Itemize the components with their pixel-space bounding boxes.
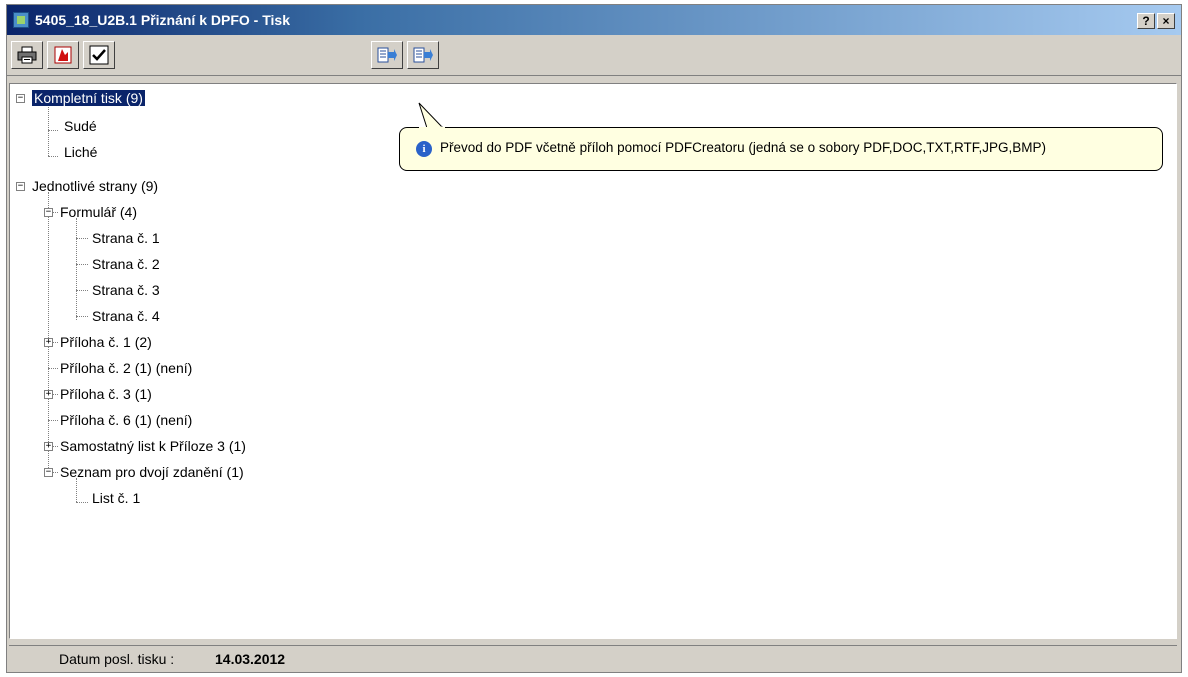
collapse-toggle[interactable]: − bbox=[16, 94, 25, 103]
tree-line bbox=[48, 368, 58, 369]
printer-icon bbox=[17, 46, 37, 64]
confirm-button[interactable] bbox=[83, 41, 115, 69]
tree-node-complete-print[interactable]: Kompletní tisk (9) bbox=[32, 89, 145, 107]
expand-toggle[interactable]: + bbox=[44, 338, 53, 347]
tree-line bbox=[48, 156, 58, 157]
pdf-tooltip: i Převod do PDF včetně příloh pomocí PDF… bbox=[399, 127, 1163, 171]
export-right-icon bbox=[413, 47, 433, 63]
tree-node-form[interactable]: Formulář (4) bbox=[60, 203, 137, 221]
tree-node-annex-6[interactable]: Příloha č. 6 (1) (není) bbox=[60, 411, 192, 429]
checkmark-icon bbox=[89, 45, 109, 65]
print-dialog-window: 5405_18_U2B.1 Přiznání k DPFO - Tisk ? × bbox=[6, 4, 1182, 673]
print-button[interactable] bbox=[11, 41, 43, 69]
tree-line bbox=[76, 502, 88, 503]
pdf-export-button[interactable] bbox=[47, 41, 79, 69]
tree-node-page-1[interactable]: Strana č. 1 bbox=[92, 229, 160, 247]
tree-line bbox=[76, 218, 77, 320]
app-icon bbox=[13, 12, 29, 28]
info-icon: i bbox=[416, 141, 432, 157]
tree-node-double-tax[interactable]: Seznam pro dvojí zdanění (1) bbox=[60, 463, 244, 481]
tree-line bbox=[48, 192, 49, 472]
tree-line bbox=[76, 290, 88, 291]
pdf-export-icon bbox=[54, 46, 72, 64]
tree-node-list-1[interactable]: List č. 1 bbox=[92, 489, 140, 507]
tree-node-annex-2[interactable]: Příloha č. 2 (1) (není) bbox=[60, 359, 192, 377]
export-left-button[interactable] bbox=[371, 41, 403, 69]
tree-line bbox=[76, 264, 88, 265]
title-bar[interactable]: 5405_18_U2B.1 Přiznání k DPFO - Tisk ? × bbox=[7, 5, 1181, 35]
last-print-label: Datum posl. tisku : bbox=[59, 651, 175, 667]
collapse-toggle[interactable]: − bbox=[44, 468, 53, 477]
tree-line bbox=[76, 238, 88, 239]
tree-line bbox=[76, 316, 88, 317]
expand-toggle[interactable]: + bbox=[44, 390, 53, 399]
tree-node-page-3[interactable]: Strana č. 3 bbox=[92, 281, 160, 299]
export-left-icon bbox=[377, 47, 397, 63]
collapse-toggle[interactable]: − bbox=[16, 182, 25, 191]
status-bar: Datum posl. tisku : 14.03.2012 bbox=[9, 645, 1177, 672]
tree-line bbox=[48, 420, 58, 421]
tree-node-annex-1[interactable]: Příloha č. 1 (2) bbox=[60, 333, 152, 351]
help-button[interactable]: ? bbox=[1137, 13, 1155, 29]
export-right-button[interactable] bbox=[407, 41, 439, 69]
window-title: 5405_18_U2B.1 Přiznání k DPFO - Tisk bbox=[35, 12, 290, 28]
expand-toggle[interactable]: + bbox=[44, 442, 53, 451]
last-print-date: 14.03.2012 bbox=[215, 651, 286, 667]
tree-node-single-pages[interactable]: Jednotlivé strany (9) bbox=[32, 177, 158, 195]
tree-line bbox=[48, 130, 58, 131]
tree-node-even[interactable]: Sudé bbox=[64, 117, 97, 135]
tooltip-text: Převod do PDF včetně příloh pomocí PDFCr… bbox=[440, 140, 1046, 155]
close-button[interactable]: × bbox=[1157, 13, 1175, 29]
tree-node-separate-sheet[interactable]: Samostatný list k Příloze 3 (1) bbox=[60, 437, 246, 455]
collapse-toggle[interactable]: − bbox=[44, 208, 53, 217]
tree-node-odd[interactable]: Liché bbox=[64, 143, 97, 161]
tree-line bbox=[76, 478, 77, 502]
tree-node-page-2[interactable]: Strana č. 2 bbox=[92, 255, 160, 273]
tree-node-page-4[interactable]: Strana č. 4 bbox=[92, 307, 160, 325]
tree-node-annex-3[interactable]: Příloha č. 3 (1) bbox=[60, 385, 152, 403]
toolbar bbox=[7, 37, 1181, 76]
tooltip-pointer-join bbox=[419, 127, 445, 131]
